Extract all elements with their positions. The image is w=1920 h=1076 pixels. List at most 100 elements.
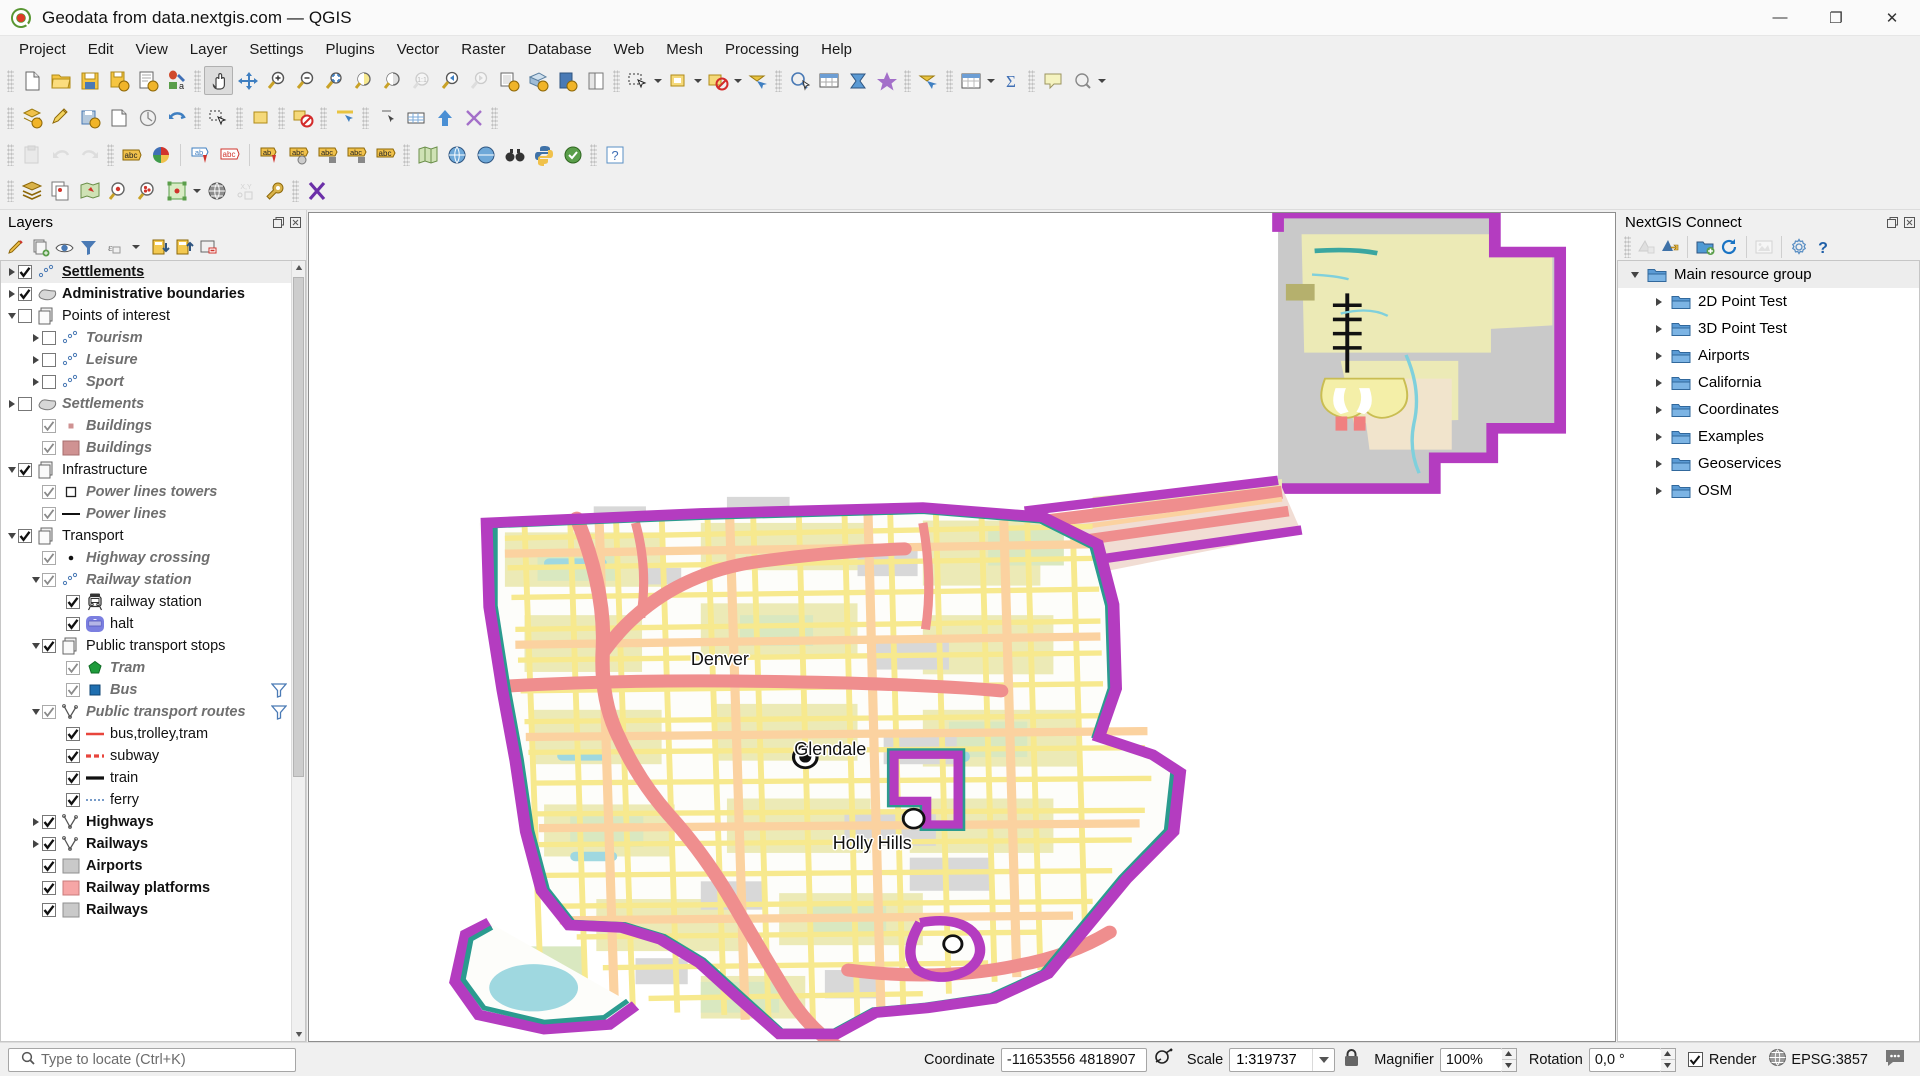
ngq-xy-icon[interactable]: X,Y <box>231 177 260 206</box>
layer-visibility-checkbox[interactable] <box>42 485 56 499</box>
layer-row-halt[interactable]: halt <box>1 613 291 635</box>
show-statistical-summary-icon[interactable] <box>872 66 901 95</box>
chevron-right-icon[interactable] <box>29 349 42 371</box>
close-panel-icon[interactable] <box>288 215 302 229</box>
zoom-next-icon[interactable] <box>465 66 494 95</box>
manage-map-themes-icon[interactable] <box>52 235 76 259</box>
open-field-calculator-icon[interactable] <box>843 66 872 95</box>
help-contents-icon[interactable]: ? <box>600 140 629 169</box>
chevron-down-icon[interactable] <box>29 635 42 657</box>
toolbar-grip[interactable] <box>236 106 243 129</box>
locator-search-input[interactable]: Type to locate (Ctrl+K) <box>8 1047 296 1072</box>
layer-row-railways[interactable]: Railways <box>1 833 291 855</box>
ngq-settings-wrench-icon[interactable] <box>260 177 289 206</box>
close-panel-icon[interactable] <box>1902 215 1916 229</box>
change-label-font-icon[interactable]: abc <box>371 140 400 169</box>
chevron-down-icon[interactable] <box>5 525 18 547</box>
nextgis-resource-tree[interactable]: Main resource group 2D Point Test 3D Point… <box>1617 260 1920 1042</box>
layer-row-subway[interactable]: subway <box>1 745 291 767</box>
layer-visibility-checkbox[interactable] <box>66 749 80 763</box>
open-project-icon[interactable] <box>46 66 75 95</box>
menu-project[interactable]: Project <box>8 39 77 60</box>
collapse-all-icon[interactable] <box>172 235 196 259</box>
stepper-down-icon[interactable] <box>1661 1060 1675 1071</box>
menu-layer[interactable]: Layer <box>179 39 239 60</box>
layer-visibility-checkbox[interactable] <box>42 331 56 345</box>
sum-icon[interactable]: Σ <box>996 66 1025 95</box>
toolbar-grip[interactable] <box>775 69 782 92</box>
render-checkbox[interactable] <box>1687 1052 1703 1067</box>
clear-selection-icon[interactable] <box>703 66 732 95</box>
draw-icon[interactable] <box>581 66 610 95</box>
layers-tree[interactable]: Settlements Administrative boundaries Poin… <box>1 261 291 1041</box>
ngw-create-group-icon[interactable] <box>1693 235 1717 259</box>
clear-selection-caret[interactable] <box>732 66 743 95</box>
ngw-row-california[interactable]: California <box>1618 369 1919 396</box>
ngq-select-extent-icon[interactable] <box>162 177 191 206</box>
scale-combo[interactable]: 1:319737 <box>1229 1047 1336 1072</box>
plugin-manager-icon[interactable] <box>558 140 587 169</box>
chevron-right-icon[interactable] <box>1652 480 1665 502</box>
new-map-view-icon[interactable] <box>494 66 523 95</box>
layer-visibility-checkbox[interactable] <box>42 859 56 873</box>
move-feature-icon[interactable] <box>246 103 275 132</box>
toolbar-grip[interactable] <box>194 69 201 92</box>
add-group-icon[interactable] <box>28 235 52 259</box>
ngq-add-layer-icon[interactable] <box>17 177 46 206</box>
save-project-icon[interactable] <box>75 66 104 95</box>
layer-visibility-checkbox[interactable] <box>42 507 56 521</box>
new-3d-map-view-icon[interactable] <box>523 66 552 95</box>
toolbar-grip[interactable] <box>491 106 498 129</box>
deselect-icon[interactable] <box>663 66 692 95</box>
show-hide-labels-icon[interactable]: abc <box>215 140 244 169</box>
layer-row-tram[interactable]: Tram <box>1 657 291 679</box>
undo-icon[interactable] <box>46 140 75 169</box>
magnifier-stepper[interactable] <box>1501 1047 1517 1072</box>
layer-visibility-checkbox[interactable] <box>42 815 56 829</box>
zoom-full-icon[interactable] <box>320 66 349 95</box>
layer-row-railway-platforms[interactable]: Railway platforms <box>1 877 291 899</box>
zoom-last-icon[interactable] <box>436 66 465 95</box>
menu-processing[interactable]: Processing <box>714 39 810 60</box>
redo-icon[interactable] <box>75 140 104 169</box>
layer-filter-icon[interactable] <box>270 682 288 698</box>
layer-row-ferry[interactable]: ferry <box>1 789 291 811</box>
ngq-identify-point-icon[interactable] <box>104 177 133 206</box>
toolbar-grip[interactable] <box>7 106 14 129</box>
ngw-row-3d-point-test[interactable]: 3D Point Test <box>1618 315 1919 342</box>
toolbar-grip[interactable] <box>320 106 327 129</box>
toolbar-grip[interactable] <box>7 180 14 202</box>
layer-filter-icon[interactable] <box>270 704 288 720</box>
ngw-row-geoservices[interactable]: Geoservices <box>1618 450 1919 477</box>
toolbar-grip[interactable] <box>1624 236 1631 258</box>
layer-visibility-checkbox[interactable] <box>18 463 32 477</box>
layer-row-public-transport-stops[interactable]: Public transport stops <box>1 635 291 657</box>
toolbar-grip[interactable] <box>613 69 620 92</box>
layer-visibility-checkbox[interactable] <box>66 683 80 697</box>
layer-visibility-checkbox[interactable] <box>42 441 56 455</box>
chevron-right-icon[interactable] <box>29 327 42 349</box>
layer-row-tourism[interactable]: Tourism <box>1 327 291 349</box>
layer-row-highway-crossing[interactable]: Highway crossing <box>1 547 291 569</box>
layer-visibility-checkbox[interactable] <box>42 551 56 565</box>
minimize-button[interactable]: — <box>1752 0 1808 36</box>
zoom-to-layer-icon[interactable] <box>378 66 407 95</box>
chevron-right-icon[interactable] <box>1652 399 1665 421</box>
zoom-to-selection-icon[interactable] <box>349 66 378 95</box>
remove-layer-icon[interactable] <box>196 235 220 259</box>
ngw-row-coordinates[interactable]: Coordinates <box>1618 396 1919 423</box>
ngq-globe-icon[interactable] <box>202 177 231 206</box>
ngw-add-resource-icon[interactable] <box>1634 235 1658 259</box>
toolbar-grip[interactable] <box>194 106 201 129</box>
ngw-row-airports[interactable]: Airports <box>1618 342 1919 369</box>
menu-web[interactable]: Web <box>603 39 656 60</box>
menu-vector[interactable]: Vector <box>386 39 451 60</box>
layer-visibility-checkbox[interactable] <box>42 639 56 653</box>
toolbar-grip[interactable] <box>7 69 14 92</box>
menu-database[interactable]: Database <box>516 39 602 60</box>
multi-edit-icon[interactable] <box>104 103 133 132</box>
metasearch-icon[interactable] <box>442 140 471 169</box>
layer-row-bus-trolley-tram[interactable]: bus,trolley,tram <box>1 723 291 745</box>
chevron-down-icon[interactable] <box>29 701 42 723</box>
layer-row-buildings[interactable]: Buildings <box>1 415 291 437</box>
